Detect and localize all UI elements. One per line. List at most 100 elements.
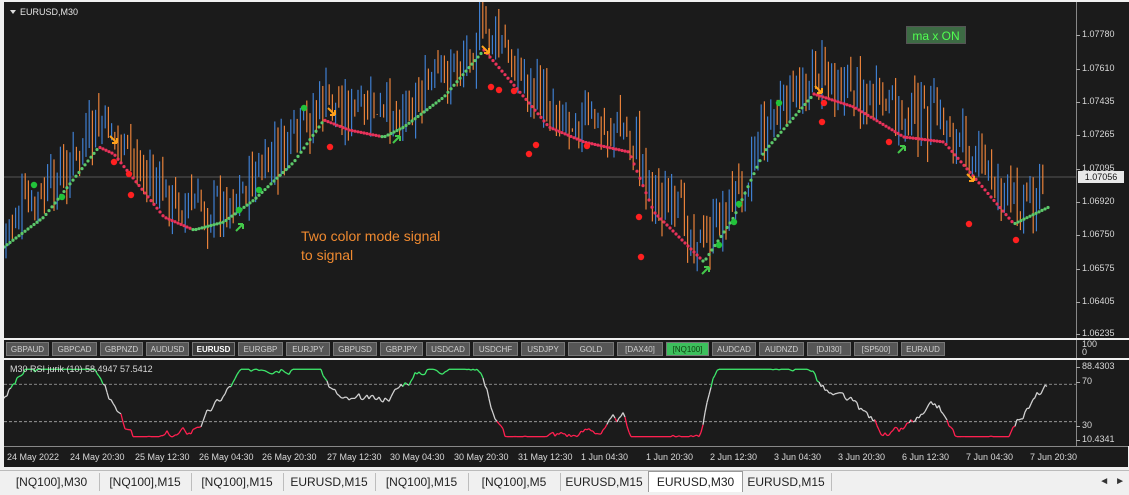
chart-tab[interactable]: [NQ100],M15 <box>99 473 192 491</box>
ma-point <box>404 124 407 127</box>
symbol-button-eurusd[interactable]: EURUSD <box>192 342 235 356</box>
rsi-indicator-pane[interactable] <box>4 360 1076 446</box>
time-axis[interactable]: 24 May 202224 May 20:3025 May 12:3026 Ma… <box>4 446 1128 467</box>
ma-point <box>692 250 695 253</box>
ma-point <box>749 179 752 182</box>
ma-point <box>32 223 35 226</box>
rsi-segment <box>485 386 487 389</box>
rsi-segment <box>1041 389 1043 393</box>
rsi-segment <box>285 372 287 373</box>
ma-point <box>377 134 380 137</box>
symbol-button-eurjpy[interactable]: EURJPY <box>286 342 330 356</box>
ma-point <box>164 216 167 219</box>
rsi-segment <box>337 394 339 396</box>
symbol-button-gbpcad[interactable]: GBPCAD <box>52 342 97 356</box>
ma-point <box>791 117 794 120</box>
symbol-button-usdjpy[interactable]: USDJPY <box>521 342 565 356</box>
rsi-segment <box>419 372 421 374</box>
rsi-segment <box>447 369 449 371</box>
ma-point <box>83 163 86 166</box>
symbol-button-euraud[interactable]: EURAUD <box>901 342 945 356</box>
symbol-button-usdcad[interactable]: USDCAD <box>426 342 470 356</box>
ma-cross-toggle-button[interactable]: ma x ON <box>906 26 966 44</box>
ma-point <box>14 236 17 239</box>
rsi-segment <box>777 369 779 370</box>
ma-point <box>122 165 125 168</box>
ma-point <box>29 225 32 228</box>
rsi-segment <box>235 375 237 379</box>
sell-signal-dot <box>511 88 517 94</box>
rsi-segment <box>547 435 549 437</box>
ma-point <box>995 202 998 205</box>
price-axis[interactable]: 1.077801.076101.074351.072651.070951.069… <box>1076 2 1129 338</box>
chart-menu-caret-icon[interactable] <box>10 10 16 14</box>
symbol-button-dax40[interactable]: [DAX40] <box>617 342 663 356</box>
rsi-segment <box>831 393 833 395</box>
symbol-button-eurgbp[interactable]: EURGBP <box>238 342 283 356</box>
rsi-segment <box>283 370 285 372</box>
sell-signal-dot <box>126 171 132 177</box>
rsi-segment <box>163 434 165 435</box>
price-tick-label: 1.06405 <box>1082 296 1115 306</box>
time-label: 2 Jun 12:30 <box>710 452 757 462</box>
tab-scroll-right-icon[interactable]: ► <box>1115 476 1125 487</box>
tab-scroll-left-icon[interactable]: ◄ <box>1099 476 1109 487</box>
rsi-segment <box>1023 412 1025 419</box>
rsi-segment <box>903 427 905 429</box>
ma-point <box>338 125 341 128</box>
symbol-button-gbpnzd[interactable]: GBPNZD <box>100 342 143 356</box>
rsi-segment <box>689 436 691 437</box>
rsi-segment <box>339 395 341 397</box>
chart-tab[interactable]: EURUSD,M15 <box>560 473 649 491</box>
ma-point <box>47 209 50 212</box>
time-label: 1 Jun 04:30 <box>581 452 628 462</box>
rsi-segment <box>231 382 233 386</box>
symbol-button-nq100[interactable]: [NQ100] <box>666 342 709 356</box>
symbol-button-gold[interactable]: GOLD <box>568 342 614 356</box>
ma-point <box>578 139 581 142</box>
ma-point <box>527 101 530 104</box>
symbol-button-gbpaud[interactable]: GBPAUD <box>6 342 49 356</box>
ma-point <box>119 161 122 164</box>
ma-point <box>941 140 944 143</box>
ma-point <box>371 133 374 136</box>
rsi-segment <box>817 381 819 382</box>
rsi-segment <box>925 408 927 412</box>
ma-point <box>137 184 140 187</box>
price-chart-pane[interactable] <box>4 2 1076 338</box>
ma-point <box>761 153 764 156</box>
ma-point <box>605 146 608 149</box>
symbol-button-dji30[interactable]: [DJI30] <box>807 342 851 356</box>
chart-tab[interactable]: [NQ100],M30 <box>4 473 100 491</box>
rsi-segment <box>893 427 895 430</box>
symbol-button-sp500[interactable]: [SP500] <box>854 342 898 356</box>
symbol-button-audnzd[interactable]: AUDNZD <box>759 342 804 356</box>
chart-tab[interactable]: [NQ100],M15 <box>191 473 284 491</box>
time-label: 30 May 20:30 <box>454 452 509 462</box>
rsi-segment <box>949 426 951 427</box>
rsi-segment <box>383 398 385 402</box>
chart-tab[interactable]: [NQ100],M5 <box>468 473 561 491</box>
symbol-button-audusd[interactable]: AUDUSD <box>146 342 189 356</box>
sell-signal-dot <box>584 143 590 149</box>
ma-point <box>98 146 101 149</box>
time-label: 25 May 12:30 <box>135 452 190 462</box>
rsi-segment <box>789 369 791 370</box>
symbol-button-gbpusd[interactable]: GBPUSD <box>333 342 377 356</box>
symbol-button-gbpjpy[interactable]: GBPJPY <box>380 342 423 356</box>
rsi-indicator-title: M30 RSI jurik (10) 58.4947 57.5412 <box>10 364 153 374</box>
rsi-segment <box>369 396 371 399</box>
symbol-button-usdchf[interactable]: USDCHF <box>473 342 518 356</box>
symbol-button-audcad[interactable]: AUDCAD <box>712 342 756 356</box>
rsi-segment <box>847 399 849 401</box>
chart-tab[interactable]: EURUSD,M30 <box>648 471 743 492</box>
chart-tab[interactable]: [NQ100],M15 <box>375 473 469 491</box>
rsi-segment <box>323 375 325 378</box>
ma-point <box>152 203 155 206</box>
rsi-segment <box>173 435 175 437</box>
rsi-segment <box>9 388 11 390</box>
chart-tab[interactable]: EURUSD,M15 <box>283 473 376 491</box>
chart-tab[interactable]: EURUSD,M15 <box>741 473 832 491</box>
ma-point <box>245 204 248 207</box>
sell-signal-dot <box>111 159 117 165</box>
